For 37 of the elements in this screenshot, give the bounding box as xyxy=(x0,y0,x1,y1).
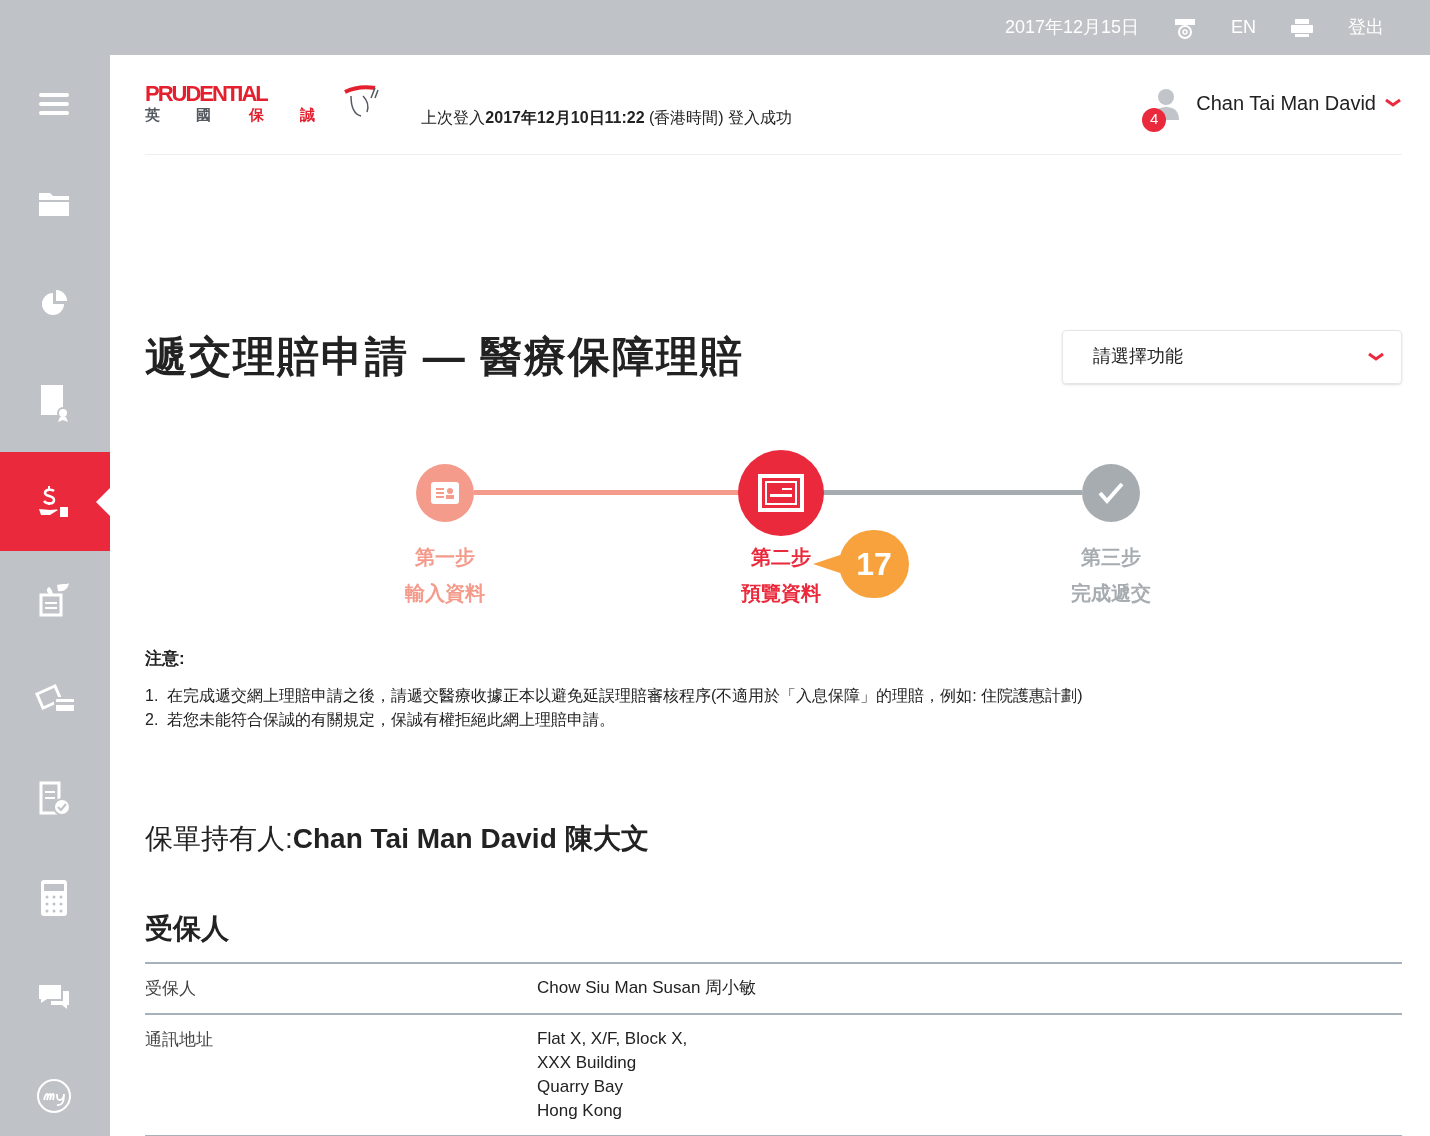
step-number: 第二步 xyxy=(751,545,811,570)
annotation-badge: 17 xyxy=(839,530,909,598)
section-heading: 受保人 xyxy=(145,911,230,946)
notice-heading: 注意: xyxy=(145,648,186,670)
field-label: 受保人 xyxy=(145,977,197,1000)
step-label: 輸入資料 xyxy=(405,581,485,606)
policy-holder-name: Chan Tai Man David 陳大文 xyxy=(292,821,649,856)
notice-text: 在完成遞交網上理賠申請之後，請遞交醫療收據正本以避免延誤理賠審核程序(不適用於「入息保障」的理賠，例如: 住院護惠計劃) xyxy=(167,685,1083,706)
sidebar-item[interactable] xyxy=(0,452,110,551)
field-value: Chow Siu Man Susan 周小敏 xyxy=(537,976,757,999)
logo-chinese-text: 英 國 xyxy=(145,106,228,122)
step-number: 第一步 xyxy=(415,545,475,570)
page-title: 遞交理賠申請 — 醫療保障理賠 xyxy=(145,332,745,382)
caret-icon xyxy=(1367,351,1385,362)
caret-icon xyxy=(1384,97,1402,108)
id-card-icon xyxy=(431,482,459,504)
field-value: Quarry Bay xyxy=(537,1076,624,1098)
document-icon xyxy=(758,474,804,512)
notification-count: 4 xyxy=(1142,107,1167,132)
list-number: 2. xyxy=(145,709,160,730)
field-value: XXX Building xyxy=(537,1052,638,1074)
step-label: 預覽資料 xyxy=(741,581,821,606)
list-number: 1. xyxy=(145,685,160,706)
check-icon xyxy=(1097,481,1125,505)
date-text: 2017年12月15日 xyxy=(1004,16,1139,39)
notice-text: 若您未能符合保誠的有關規定，保誠有權拒絕此網上理賠申請。 xyxy=(167,709,615,730)
function-select[interactable]: 請選擇功能 xyxy=(1062,329,1402,384)
field-value: Hong Kong xyxy=(537,1100,624,1122)
field-value: Flat X, X/F, Block X, xyxy=(537,1028,688,1050)
last-login-text: 上次登入2017年12月10日11:22 (香港時間) 登入成功 xyxy=(421,107,793,128)
logo-chinese-text: 保 誠 xyxy=(249,106,332,122)
user-menu-button[interactable]: Chan Tai Man David xyxy=(1196,87,1402,118)
field-label: 通訊地址 xyxy=(145,1029,214,1051)
policy-holder-label: 保單持有人: xyxy=(145,821,293,856)
print-icon[interactable] xyxy=(1290,17,1314,38)
step-number: 第三步 xyxy=(1081,545,1141,570)
step-label: 完成遞交 xyxy=(1071,581,1151,606)
